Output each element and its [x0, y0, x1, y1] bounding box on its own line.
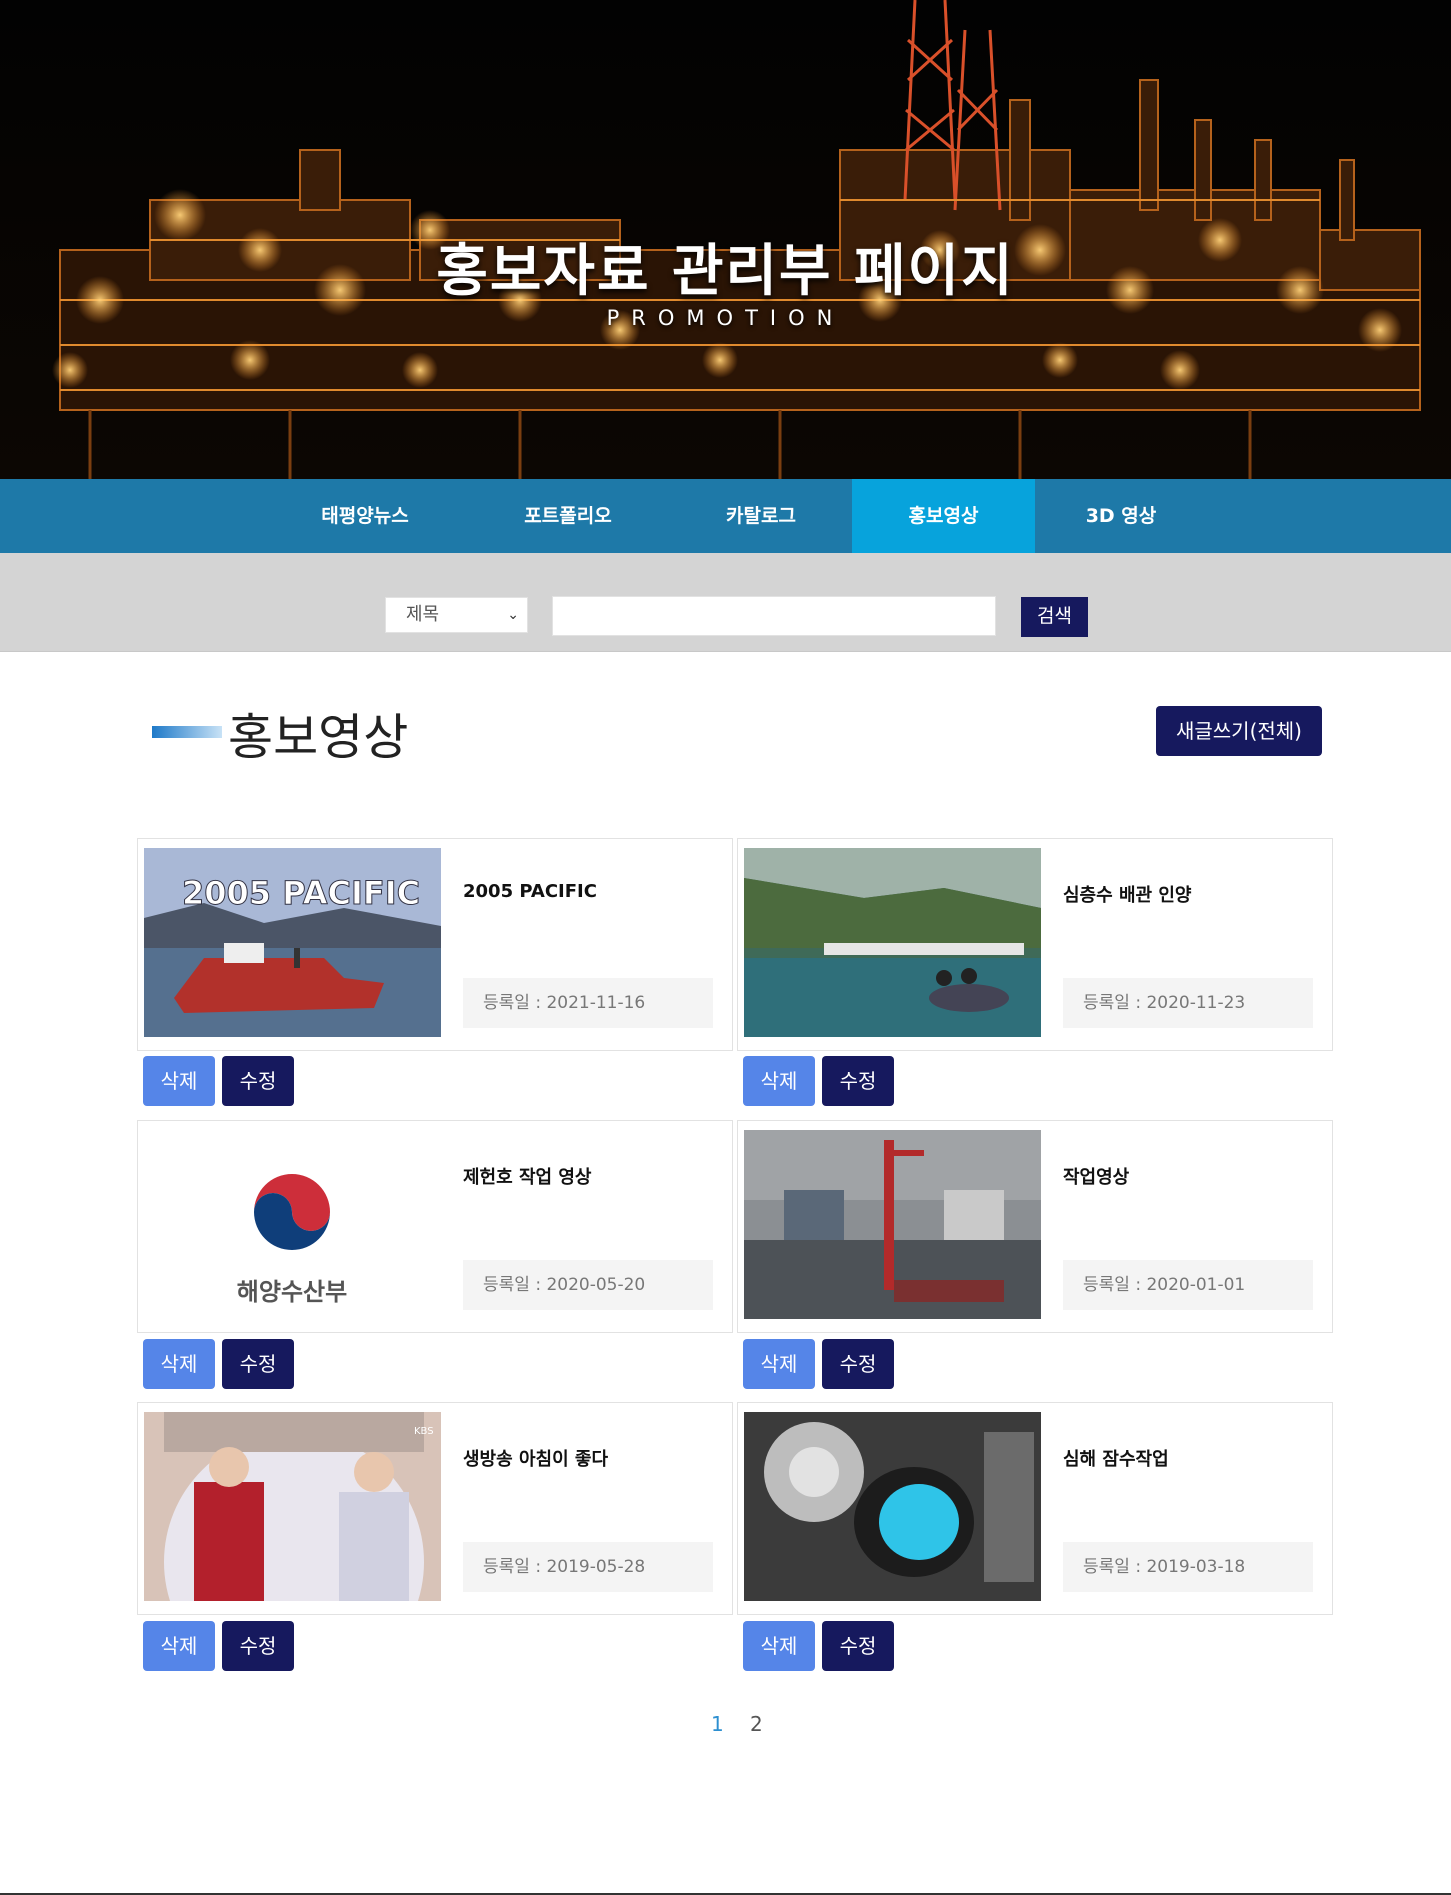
- hero-banner: 홍보자료 관리부 페이지 PROMOTION: [0, 0, 1451, 479]
- video-thumbnail[interactable]: KBS: [144, 1412, 441, 1601]
- broadcaster-logo: KBS: [414, 1426, 434, 1437]
- delete-button[interactable]: 삭제: [743, 1339, 815, 1389]
- edit-button[interactable]: 수정: [222, 1621, 294, 1671]
- new-post-button[interactable]: 새글쓰기(전체): [1156, 706, 1322, 756]
- delete-button[interactable]: 삭제: [143, 1339, 215, 1389]
- heading-accent-bar: [152, 726, 222, 738]
- video-card[interactable]: 심해 잠수작업 등록일 : 2019-03-18: [737, 1402, 1333, 1615]
- video-card[interactable]: 작업영상 등록일 : 2020-01-01: [737, 1120, 1333, 1333]
- chevron-down-icon: ⌄: [507, 607, 519, 623]
- pagination-page-2[interactable]: 2: [750, 1712, 763, 1736]
- search-select-value: 제목: [406, 604, 440, 625]
- card-title[interactable]: 심해 잠수작업: [1063, 1445, 1169, 1471]
- edit-button[interactable]: 수정: [822, 1339, 894, 1389]
- video-thumbnail[interactable]: [744, 848, 1041, 1037]
- nav-item-pacific-news[interactable]: 태평양뉴스: [290, 479, 440, 553]
- video-card[interactable]: 해양수산부 제헌호 작업 영상 등록일 : 2020-05-20: [137, 1120, 733, 1333]
- edit-button[interactable]: 수정: [822, 1621, 894, 1671]
- delete-button[interactable]: 삭제: [743, 1056, 815, 1106]
- search-field-select[interactable]: 제목 ⌄: [385, 597, 528, 633]
- card-date: 등록일 : 2020-11-23: [1063, 978, 1313, 1028]
- nav-item-3d-video[interactable]: 3D 영상: [1046, 479, 1196, 553]
- card-date: 등록일 : 2021-11-16: [463, 978, 713, 1028]
- edit-button[interactable]: 수정: [222, 1339, 294, 1389]
- search-bar: 제목 ⌄ 검색: [0, 553, 1451, 652]
- delete-button[interactable]: 삭제: [743, 1621, 815, 1671]
- card-title[interactable]: 제헌호 작업 영상: [463, 1163, 591, 1189]
- category-nav: 태평양뉴스 포트폴리오 카탈로그 홍보영상 3D 영상: [0, 479, 1451, 553]
- card-title[interactable]: 작업영상: [1063, 1163, 1129, 1189]
- hero-title: 홍보자료 관리부 페이지: [436, 239, 1015, 304]
- search-input[interactable]: [552, 596, 996, 636]
- nav-item-catalog[interactable]: 카탈로그: [686, 479, 836, 553]
- search-button[interactable]: 검색: [1021, 597, 1088, 637]
- video-thumbnail[interactable]: 2005 PACIFIC: [144, 848, 441, 1037]
- video-card[interactable]: 2005 PACIFIC 2005 PACIFIC 등록일 : 2021-11-…: [137, 838, 733, 1051]
- video-card[interactable]: 심층수 배관 인양 등록일 : 2020-11-23: [737, 838, 1333, 1051]
- card-date: 등록일 : 2020-05-20: [463, 1260, 713, 1310]
- card-title[interactable]: 생방송 아침이 좋다: [463, 1445, 608, 1471]
- card-date: 등록일 : 2020-01-01: [1063, 1260, 1313, 1310]
- delete-button[interactable]: 삭제: [143, 1056, 215, 1106]
- page-title: 홍보영상: [228, 709, 409, 766]
- ministry-logo-text: 해양수산부: [237, 1278, 347, 1306]
- card-title[interactable]: 심층수 배관 인양: [1063, 881, 1191, 907]
- card-date: 등록일 : 2019-03-18: [1063, 1542, 1313, 1592]
- video-thumbnail[interactable]: 해양수산부: [144, 1130, 441, 1319]
- edit-button[interactable]: 수정: [222, 1056, 294, 1106]
- video-card[interactable]: KBS 생방송 아침이 좋다 등록일 : 2019-05-28: [137, 1402, 733, 1615]
- nav-item-portfolio[interactable]: 포트폴리오: [493, 479, 643, 553]
- video-thumbnail[interactable]: [744, 1412, 1041, 1601]
- nav-item-promo-video[interactable]: 홍보영상: [852, 479, 1035, 553]
- delete-button[interactable]: 삭제: [143, 1621, 215, 1671]
- pagination-page-1[interactable]: 1: [711, 1712, 724, 1736]
- card-title[interactable]: 2005 PACIFIC: [463, 881, 597, 902]
- edit-button[interactable]: 수정: [822, 1056, 894, 1106]
- hero-subtitle: PROMOTION: [606, 306, 845, 330]
- thumbnail-caption: 2005 PACIFIC: [182, 874, 420, 912]
- video-thumbnail[interactable]: [744, 1130, 1041, 1319]
- card-date: 등록일 : 2019-05-28: [463, 1542, 713, 1592]
